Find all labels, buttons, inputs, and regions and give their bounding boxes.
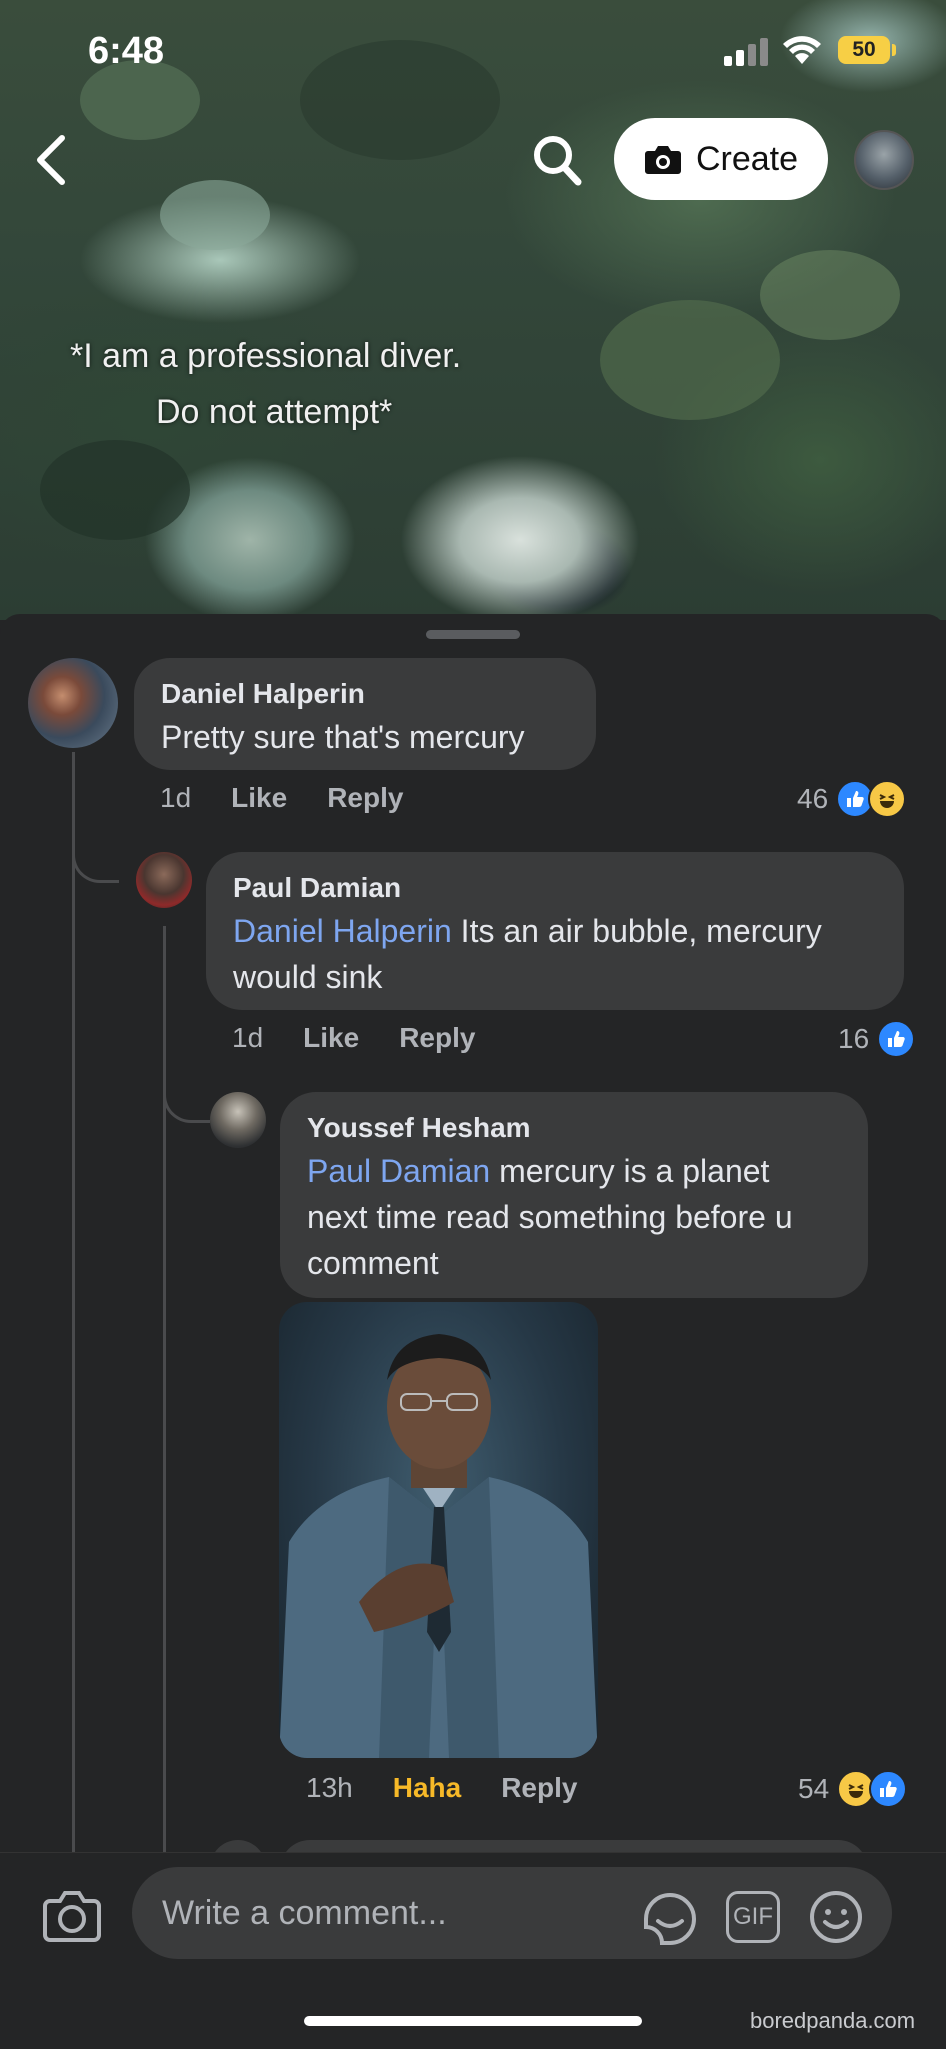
reaction-summary[interactable]: 54	[798, 1770, 908, 1808]
comment-author[interactable]: Paul Damian	[233, 872, 401, 904]
reply-button[interactable]: Reply	[501, 1772, 577, 1804]
thread-line	[163, 926, 166, 1852]
comment-mention[interactable]: Paul Damian	[307, 1153, 490, 1189]
battery-nub	[892, 44, 896, 56]
profile-avatar[interactable]	[854, 130, 914, 190]
camera-button[interactable]	[42, 1887, 102, 1943]
reaction-count: 16	[838, 1023, 870, 1054]
caption-line-2: Do not attempt*	[156, 393, 393, 431]
comment-mention[interactable]: Daniel Halperin	[233, 913, 452, 949]
comment-text-line: comment	[307, 1245, 439, 1281]
caption-line-1: *I am a professional diver.	[70, 337, 462, 375]
reply-button[interactable]: Reply	[399, 1022, 475, 1054]
comment-actions: 1d Like Reply	[232, 1022, 515, 1054]
avatar[interactable]	[210, 1092, 266, 1148]
like-button[interactable]: Like	[303, 1022, 359, 1054]
comment-author[interactable]: Youssef Hesham	[307, 1112, 531, 1144]
comment-text-line: Its an air bubble, mercury	[451, 913, 822, 949]
sticker-button[interactable]	[640, 1889, 698, 1945]
comment-bubble[interactable]: Youssef Hesham Paul Damian mercury is a …	[280, 1092, 868, 1298]
status-time: 6:48	[88, 30, 165, 72]
battery-indicator: 50	[838, 36, 890, 64]
gif-button[interactable]: GIF	[726, 1891, 780, 1943]
back-button[interactable]	[28, 132, 78, 188]
comment-bubble[interactable]: Daniel Halperin Pretty sure that's mercu…	[134, 658, 596, 770]
comment-actions: 13h Haha Reply	[306, 1772, 617, 1804]
haha-reaction-icon	[868, 780, 907, 818]
comment-time: 13h	[306, 1772, 353, 1803]
status-bar: 6:48 50	[0, 0, 946, 100]
reaction-summary[interactable]: 46	[797, 780, 907, 818]
reply-button[interactable]: Reply	[327, 782, 403, 814]
comment-bubble[interactable]: Paul Damian Daniel Halperin Its an air b…	[206, 852, 904, 1010]
reaction-summary[interactable]: 16	[838, 1020, 916, 1058]
like-reaction-icon	[869, 1770, 908, 1808]
comment-text: Daniel Halperin Its an air bubble, mercu…	[233, 908, 822, 1000]
comment-author[interactable]: Daniel Halperin	[161, 678, 365, 710]
comment-text: Pretty sure that's mercury	[161, 719, 525, 755]
emoji-button[interactable]	[808, 1889, 864, 1945]
camera-icon	[644, 146, 681, 174]
reaction-count: 46	[797, 783, 829, 814]
haha-button[interactable]: Haha	[393, 1772, 461, 1804]
comment-time: 1d	[160, 782, 192, 813]
thread-line	[72, 752, 75, 1852]
like-reaction-icon	[877, 1020, 916, 1058]
comment-actions: 1d Like Reply	[160, 782, 443, 814]
video-caption: *I am a professional diver. Do not attem…	[60, 328, 580, 440]
create-label: Create	[695, 139, 799, 178]
avatar[interactable]	[28, 658, 118, 748]
sheet-grabber[interactable]	[426, 630, 520, 639]
comment-time: 1d	[232, 1022, 264, 1053]
search-button[interactable]	[530, 132, 584, 188]
comment-attached-photo[interactable]	[279, 1302, 598, 1758]
cellular-signal-icon	[724, 38, 772, 66]
reaction-count: 54	[798, 1773, 830, 1804]
home-indicator	[304, 2016, 642, 2026]
wifi-icon	[783, 36, 821, 64]
like-button[interactable]: Like	[231, 782, 287, 814]
avatar[interactable]	[136, 852, 192, 908]
watermark: boredpanda.com	[750, 2008, 916, 2033]
comment-text: Paul Damian mercury is a planet next tim…	[307, 1148, 793, 1286]
portrait-image	[279, 1334, 598, 1758]
comment-text-line: mercury is a planet	[490, 1153, 770, 1189]
video-background: 6:48 50 Create *I am a professional dive…	[0, 0, 946, 620]
create-button[interactable]: Create	[614, 118, 828, 200]
comment-text-line: would sink	[233, 959, 383, 995]
comment-text-line: next time read something before u	[307, 1199, 793, 1235]
